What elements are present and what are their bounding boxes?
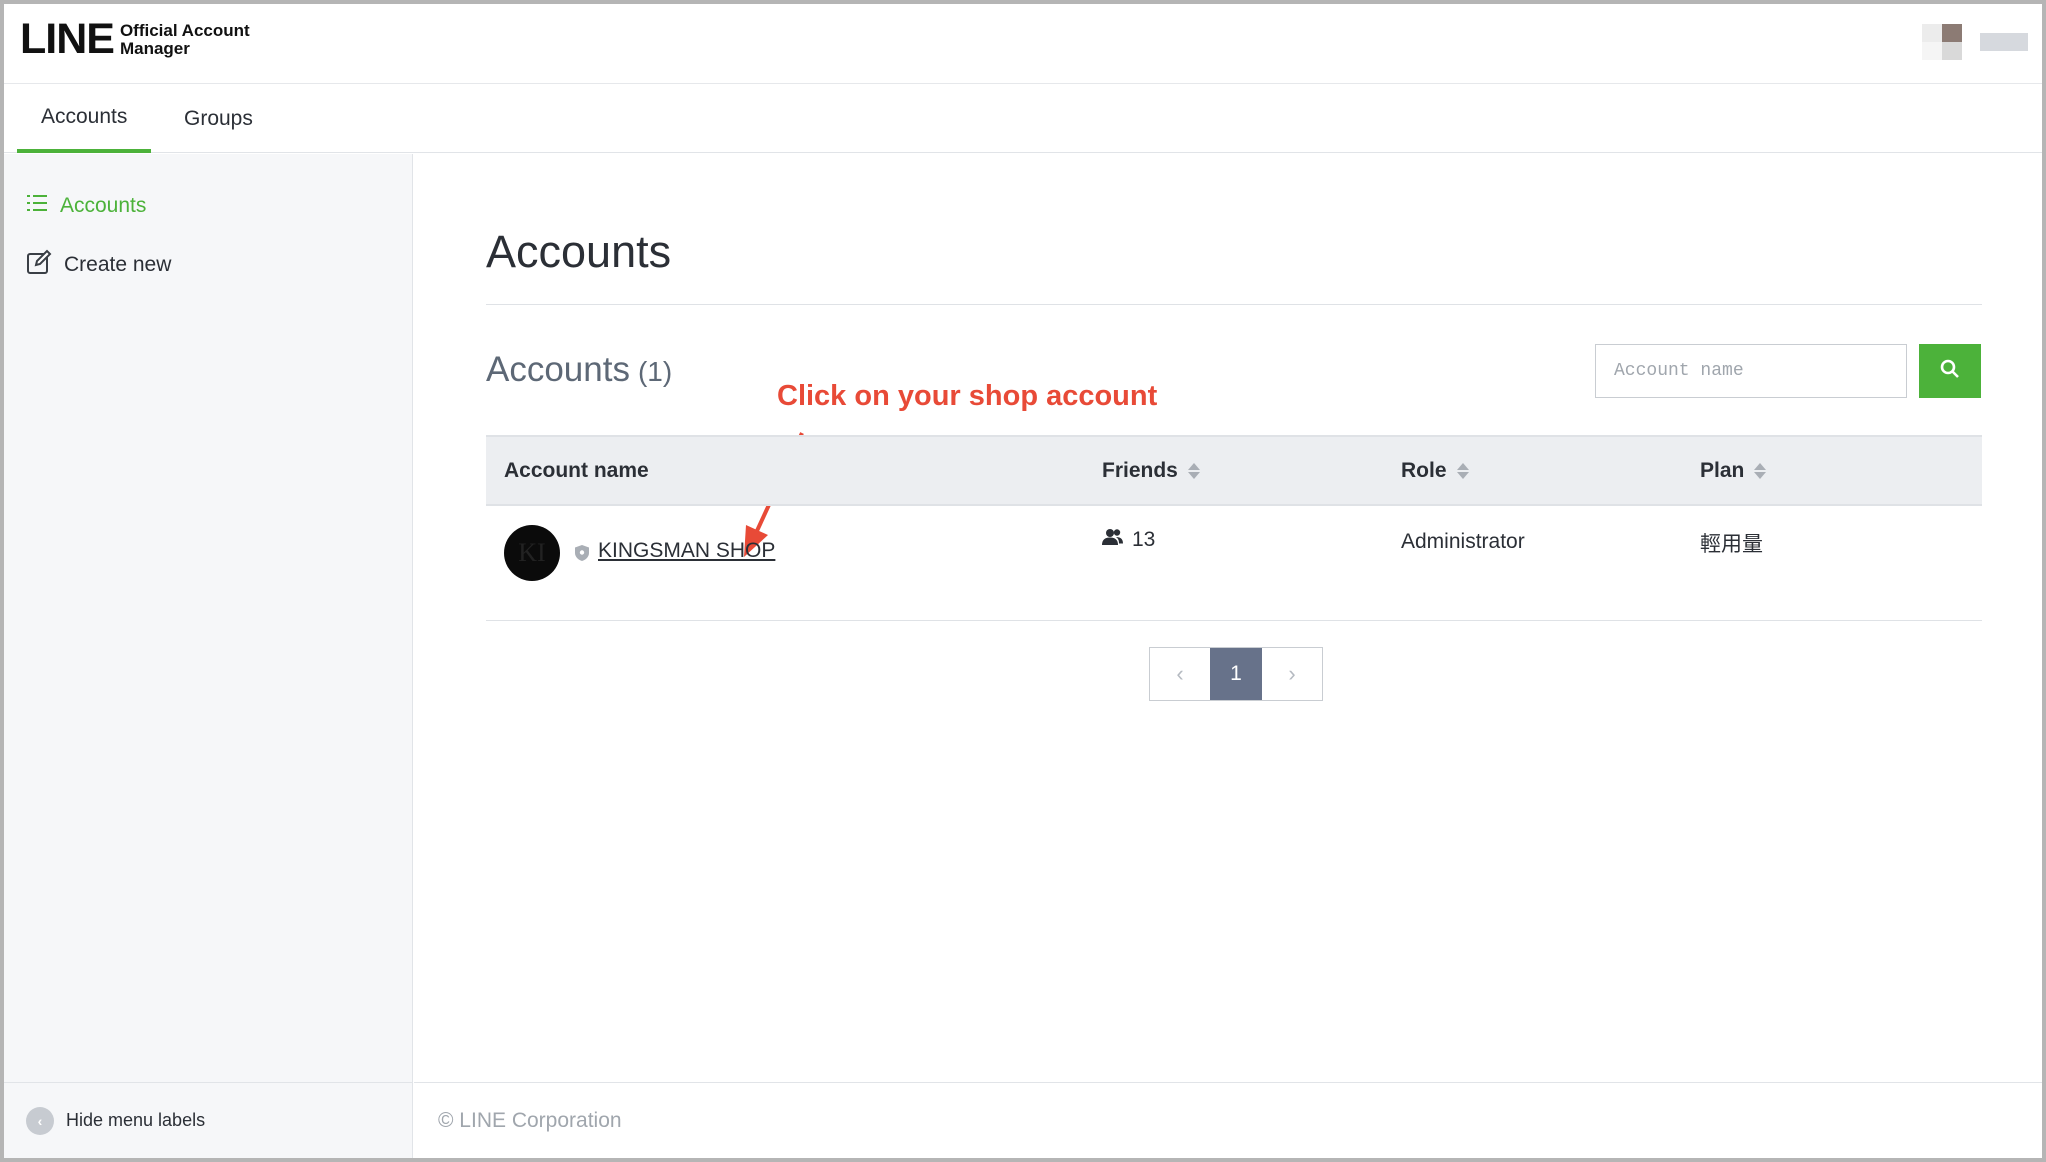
column-label: Role xyxy=(1401,458,1447,482)
verified-shield-icon xyxy=(574,544,590,567)
top-tabs: Accounts Groups xyxy=(4,85,2042,153)
column-header-account-name: Account name xyxy=(504,437,649,504)
copyright-text: © LINE Corporation xyxy=(438,1108,622,1132)
sidebar-item-label: Create new xyxy=(64,253,172,276)
user-name-redacted[interactable] xyxy=(1980,33,2028,51)
logo-subtitle-line2: Manager xyxy=(119,38,190,58)
account-avatar[interactable]: KI xyxy=(504,525,560,581)
sidebar-item-create-new[interactable]: Create new xyxy=(26,249,171,281)
account-count: (1) xyxy=(637,356,673,387)
line-logo[interactable]: LINE Official Account Manager xyxy=(20,18,250,61)
chevron-left-icon: ‹ xyxy=(26,1106,54,1135)
tab-groups[interactable]: Groups xyxy=(160,85,277,153)
section-title-text: Accounts xyxy=(486,350,630,389)
hide-menu-labels-text: Hide menu labels xyxy=(66,1110,206,1130)
sort-icon xyxy=(1754,462,1767,479)
column-label: Plan xyxy=(1700,458,1745,482)
page-footer: © LINE Corporation xyxy=(414,1082,2042,1158)
sidebar: Accounts Create new ‹ Hide menu labels xyxy=(4,154,413,1158)
pagination-page-1[interactable]: 1 xyxy=(1210,648,1262,700)
friends-count: 13 xyxy=(1102,528,1155,552)
column-label: Account name xyxy=(504,458,649,482)
page-title: Accounts xyxy=(486,226,672,277)
top-header: LINE Official Account Manager xyxy=(4,4,2042,84)
list-icon xyxy=(26,192,48,220)
column-header-role[interactable]: Role xyxy=(1401,437,1469,504)
search-icon xyxy=(1940,359,1960,384)
divider xyxy=(486,304,1982,305)
tab-accounts[interactable]: Accounts xyxy=(17,85,152,153)
logo-subtitle-line1: Official Account xyxy=(119,20,250,40)
pagination-prev-button[interactable]: ‹ xyxy=(1150,648,1210,700)
user-menu[interactable] xyxy=(1922,24,2028,60)
column-label: Friends xyxy=(1102,458,1178,482)
tab-accounts-label: Accounts xyxy=(41,105,128,128)
plan-value: 輕用量 xyxy=(1700,532,1763,556)
sidebar-item-accounts[interactable]: Accounts xyxy=(26,192,146,220)
people-icon xyxy=(1102,528,1124,552)
user-avatar[interactable] xyxy=(1922,24,1962,60)
main-content: Accounts Accounts(1) Click on your shop … xyxy=(414,154,2042,1158)
app-window: LINE Official Account Manager Accounts G… xyxy=(4,4,2042,1158)
account-avatar-initials: KI xyxy=(518,538,546,567)
edit-icon xyxy=(26,249,52,281)
column-header-plan[interactable]: Plan xyxy=(1700,437,1767,504)
chevron-right-icon: › xyxy=(1288,661,1296,686)
account-search-input[interactable] xyxy=(1595,344,1907,398)
hide-menu-labels-button[interactable]: ‹ Hide menu labels xyxy=(4,1082,412,1158)
table-row[interactable]: KI KINGSMAN SHOP 13 Administrator 輕用量 xyxy=(486,506,1982,621)
column-header-friends[interactable]: Friends xyxy=(1102,437,1200,504)
tab-groups-label: Groups xyxy=(184,107,253,130)
role-value: Administrator xyxy=(1401,530,1525,553)
logo-subtitle: Official Account Manager xyxy=(119,20,250,58)
pagination: ‹ 1 › xyxy=(1149,647,1323,701)
chevron-left-icon: ‹ xyxy=(1176,661,1184,686)
search-button[interactable] xyxy=(1919,344,1981,398)
annotation-text: Click on your shop account xyxy=(777,380,1158,412)
account-name-link[interactable]: KINGSMAN SHOP xyxy=(598,539,775,563)
sort-icon xyxy=(1456,462,1469,479)
sidebar-item-label: Accounts xyxy=(60,194,147,217)
pagination-next-button[interactable]: › xyxy=(1262,648,1322,700)
section-title: Accounts (1) xyxy=(486,350,672,390)
sort-icon xyxy=(1187,462,1200,479)
table-header: Account name Friends Role Plan xyxy=(486,435,1982,506)
friends-value: 13 xyxy=(1132,528,1156,551)
logo-wordmark: LINE xyxy=(20,15,115,63)
